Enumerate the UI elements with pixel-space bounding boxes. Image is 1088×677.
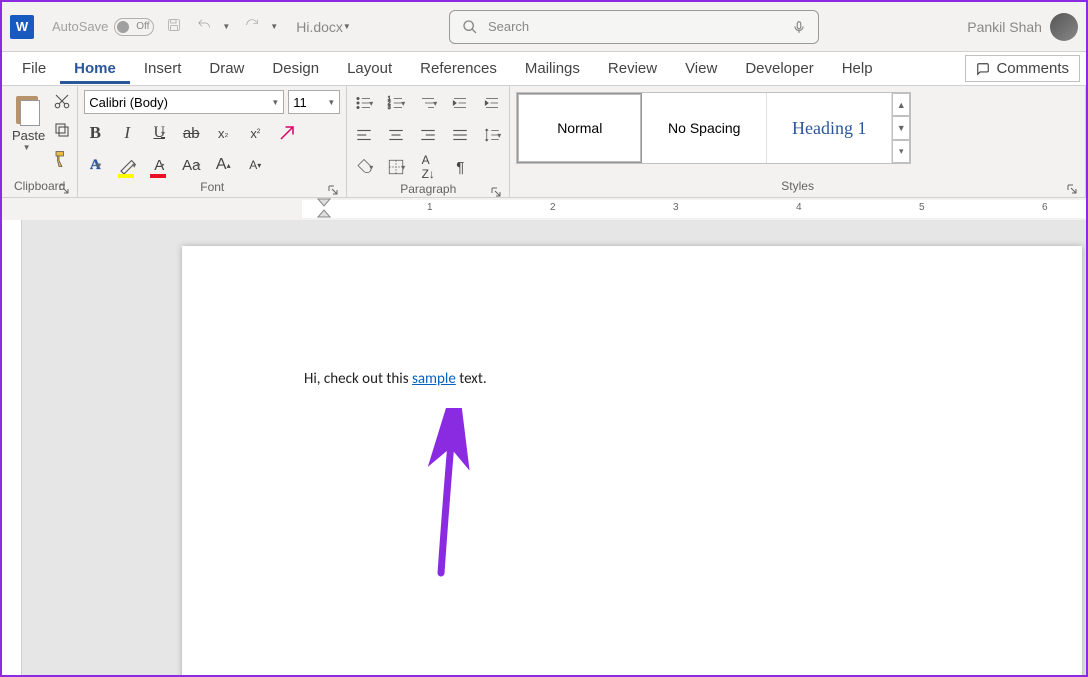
decrease-indent-button[interactable] — [449, 92, 471, 114]
qat-customize[interactable]: ▼ — [270, 22, 278, 31]
group-font: Calibri (Body)▼ 11▼ B I U▾ ab x x A▾ — [78, 86, 347, 197]
comments-button[interactable]: Comments — [965, 55, 1080, 82]
format-painter-icon[interactable] — [53, 150, 71, 171]
paragraph-launcher[interactable] — [491, 186, 501, 196]
align-right-button[interactable] — [417, 124, 439, 146]
tab-references[interactable]: References — [406, 54, 511, 83]
text-effects-button[interactable]: A▾ — [84, 154, 106, 176]
styles-expand[interactable]: ▾ — [892, 140, 910, 163]
align-center-button[interactable] — [385, 124, 407, 146]
justify-button[interactable] — [449, 124, 471, 146]
search-icon — [462, 19, 478, 35]
quick-access-toolbar: ▼ ▼ — [166, 17, 278, 36]
numbering-button[interactable]: 123▾ — [385, 92, 407, 114]
undo-icon[interactable] — [196, 17, 212, 36]
multilevel-list-button[interactable]: ▾ — [417, 92, 439, 114]
microphone-icon[interactable] — [792, 20, 806, 34]
title-bar: W AutoSave Off ▼ ▼ Hi.docx ▼ Search Pank… — [2, 2, 1086, 52]
shrink-font-button[interactable]: A▾ — [244, 154, 266, 176]
align-left-button[interactable] — [353, 124, 375, 146]
sort-button[interactable]: AZ↓ — [417, 156, 439, 178]
font-family-select[interactable]: Calibri (Body)▼ — [84, 90, 284, 114]
indent-marker-icon[interactable] — [317, 198, 331, 220]
document-title[interactable]: Hi.docx ▼ — [296, 19, 351, 35]
undo-dropdown[interactable]: ▼ — [222, 22, 230, 31]
search-box[interactable]: Search — [449, 10, 819, 44]
group-styles: Normal No Spacing Heading 1 ▲ ▼ ▾ Styles — [510, 86, 1086, 197]
font-color-button[interactable]: A▾ — [148, 154, 170, 176]
avatar — [1050, 13, 1078, 41]
autosave-toggle[interactable]: AutoSave Off — [52, 18, 154, 36]
style-normal[interactable]: Normal — [517, 93, 642, 163]
change-case-button[interactable]: Aa▾ — [180, 154, 202, 176]
document-canvas[interactable]: Hi, check out this sample text. — [22, 220, 1086, 675]
tab-mailings[interactable]: Mailings — [511, 54, 594, 83]
tab-help[interactable]: Help — [828, 54, 887, 83]
tab-layout[interactable]: Layout — [333, 54, 406, 83]
underline-button[interactable]: U▾ — [148, 122, 170, 144]
group-clipboard: Paste ▼ Clipboard — [2, 86, 78, 197]
highlight-button[interactable]: ▾ — [116, 154, 138, 176]
document-text-after[interactable]: text. — [456, 370, 487, 388]
ribbon: Paste ▼ Clipboard Calibri (Body)▼ 1 — [2, 86, 1086, 198]
superscript-button[interactable]: x — [244, 122, 266, 144]
copy-icon[interactable] — [53, 121, 71, 142]
tab-home[interactable]: Home — [60, 54, 130, 84]
increase-indent-button[interactable] — [481, 92, 503, 114]
user-name: Pankil Shah — [967, 19, 1042, 35]
svg-text:3: 3 — [388, 105, 391, 111]
clear-formatting-button[interactable] — [276, 122, 298, 144]
group-paragraph: ▾ 123▾ ▾ ▾ ▾ ▾ AZ↓ ¶ — [347, 86, 510, 197]
styles-scroll: ▲ ▼ ▾ — [892, 93, 910, 163]
style-no-spacing[interactable]: No Spacing — [642, 93, 767, 163]
autosave-state: Off — [136, 21, 149, 32]
page[interactable]: Hi, check out this sample text. — [182, 246, 1082, 675]
autosave-label: AutoSave — [52, 19, 108, 34]
word-app-icon: W — [10, 15, 34, 39]
save-icon[interactable] — [166, 17, 182, 36]
tab-view[interactable]: View — [671, 54, 731, 83]
borders-button[interactable]: ▾ — [385, 156, 407, 178]
paste-button[interactable]: Paste ▼ — [8, 90, 49, 177]
italic-button[interactable]: I — [116, 122, 138, 144]
shading-button[interactable]: ▾ — [353, 156, 375, 178]
grow-font-button[interactable]: A▴ — [212, 154, 234, 176]
horizontal-ruler[interactable]: 1 2 3 4 5 6 — [2, 198, 1086, 220]
tab-developer[interactable]: Developer — [731, 54, 827, 83]
subscript-button[interactable]: x — [212, 122, 234, 144]
show-paragraph-marks-button[interactable]: ¶ — [449, 156, 471, 178]
line-spacing-button[interactable]: ▾ — [481, 124, 503, 146]
workspace: Hi, check out this sample text. — [2, 220, 1086, 675]
vertical-ruler[interactable] — [2, 220, 22, 675]
tab-file[interactable]: File — [8, 54, 60, 83]
user-account[interactable]: Pankil Shah — [967, 13, 1078, 41]
strikethrough-button[interactable]: ab — [180, 122, 202, 144]
hyperlink-sample[interactable]: sample — [412, 370, 456, 388]
redo-icon[interactable] — [244, 17, 260, 36]
clipboard-launcher[interactable] — [59, 183, 69, 193]
search-placeholder: Search — [488, 19, 529, 34]
styles-gallery: Normal No Spacing Heading 1 ▲ ▼ ▾ — [516, 92, 911, 164]
styles-launcher[interactable] — [1067, 183, 1077, 193]
bold-button[interactable]: B — [84, 122, 106, 144]
tab-insert[interactable]: Insert — [130, 54, 196, 83]
paste-icon — [14, 92, 44, 126]
ribbon-tabs: File Home Insert Draw Design Layout Refe… — [2, 52, 1086, 86]
tab-design[interactable]: Design — [258, 54, 333, 83]
document-text[interactable]: Hi, check out this — [304, 370, 412, 388]
bullets-button[interactable]: ▾ — [353, 92, 375, 114]
styles-scroll-down[interactable]: ▼ — [892, 116, 910, 139]
font-size-select[interactable]: 11▼ — [288, 90, 340, 114]
tab-review[interactable]: Review — [594, 54, 671, 83]
cut-icon[interactable] — [53, 92, 71, 113]
tab-draw[interactable]: Draw — [195, 54, 258, 83]
styles-scroll-up[interactable]: ▲ — [892, 93, 910, 116]
font-launcher[interactable] — [328, 184, 338, 194]
style-heading-1[interactable]: Heading 1 — [767, 93, 892, 163]
toggle-switch[interactable]: Off — [114, 18, 154, 36]
comment-icon — [976, 62, 990, 76]
